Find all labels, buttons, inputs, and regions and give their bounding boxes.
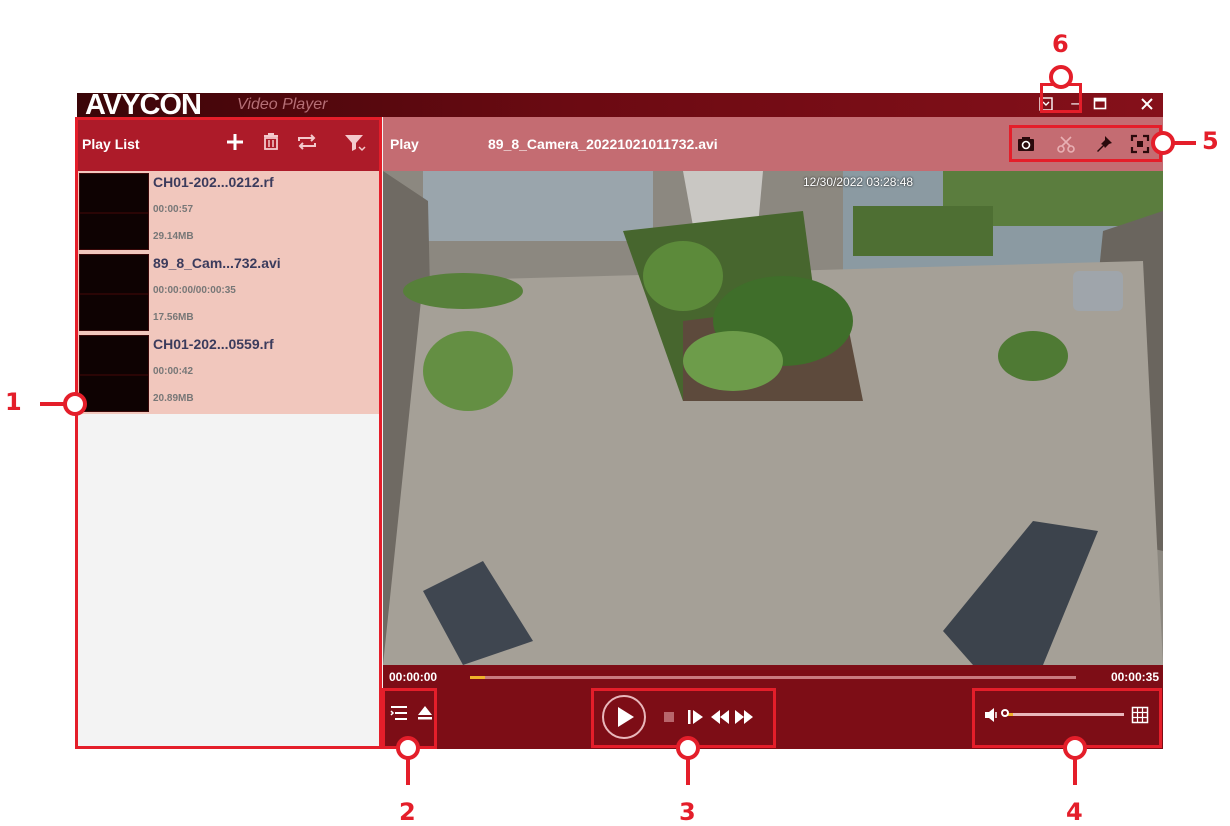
- current-file-name: 89_8_Camera_20221021011732.avi: [488, 136, 718, 152]
- video-frame[interactable]: 12/30/2022 03:28:48: [383, 171, 1163, 665]
- app-title: Video Player: [237, 96, 328, 113]
- maximize-icon: [1093, 97, 1107, 110]
- progress-track[interactable]: [470, 676, 1076, 679]
- title-bar: AVYCON Video Player –: [77, 89, 1163, 121]
- callout-box-4: [972, 688, 1162, 748]
- play-label: Play: [390, 136, 419, 152]
- callout-box-2: [382, 688, 437, 749]
- maximize-button[interactable]: [1090, 93, 1110, 115]
- app-logo: AVYCON: [85, 89, 202, 121]
- current-time: 00:00:00: [389, 670, 438, 684]
- total-time: 00:00:35: [1110, 670, 1159, 684]
- callout-1: 1: [5, 388, 22, 416]
- close-button[interactable]: [1137, 93, 1157, 115]
- progress-fill: [470, 676, 486, 679]
- close-icon: [1141, 98, 1153, 110]
- video-scene: [383, 171, 1163, 665]
- callout-box-3: [591, 688, 776, 748]
- video-timestamp: 12/30/2022 03:28:48: [803, 175, 914, 189]
- callout-4: 4: [1066, 798, 1083, 826]
- seek-bar: 00:00:00 00:00:35: [383, 665, 1163, 689]
- callout-box-5: [1009, 125, 1162, 162]
- callout-2: 2: [399, 798, 416, 826]
- callout-box-6: [1040, 83, 1082, 113]
- play-area: Play 89_8_Camera_20221021011732.avi 12/3…: [383, 117, 1163, 749]
- callout-5: 5: [1202, 127, 1219, 155]
- callout-3: 3: [679, 798, 696, 826]
- callout-box-1: [75, 117, 382, 749]
- callout-6: 6: [1052, 30, 1069, 58]
